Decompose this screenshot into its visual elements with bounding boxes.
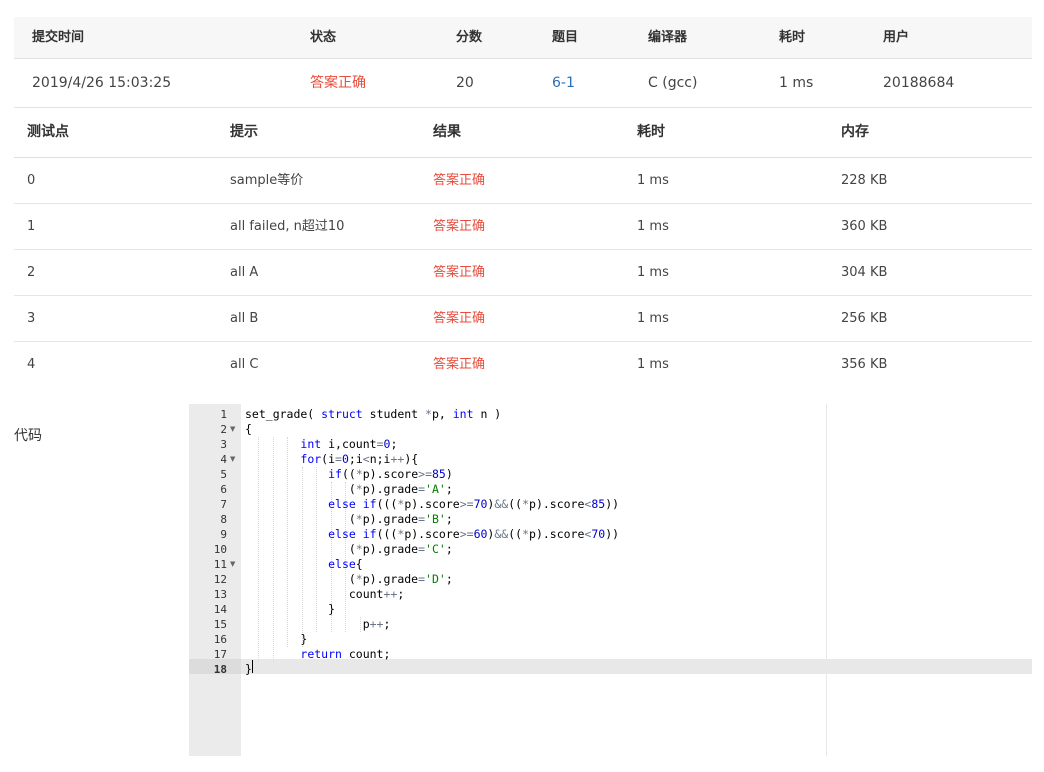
- code-line-10: (*p).grade='C';: [245, 542, 453, 556]
- fold-toggle-icon[interactable]: ▼: [230, 422, 235, 437]
- testcase-time: 1 ms: [637, 311, 669, 326]
- line-number: 6: [220, 483, 227, 496]
- header-submit-time: 提交时间: [32, 30, 85, 45]
- table-row: 0 sample等价 答案正确 1 ms 228 KB: [14, 158, 1032, 204]
- line-number: 13: [213, 588, 227, 601]
- testcase-id: 1: [27, 219, 36, 234]
- elapsed-value: 1 ms: [779, 75, 814, 91]
- status-badge: 答案正确: [310, 75, 366, 91]
- code-line-11: else{: [328, 557, 363, 571]
- code-line-4: for(i=0;i<n;i++){: [300, 452, 419, 466]
- print-margin: [826, 404, 827, 756]
- fold-toggle-icon[interactable]: ▼: [230, 452, 235, 467]
- user-value: 20188684: [883, 75, 955, 91]
- table-row: 1 all failed, n超过10 答案正确 1 ms 360 KB: [14, 204, 1032, 250]
- code-line-16: }: [245, 632, 308, 646]
- code-section-label: 代码: [14, 428, 42, 444]
- line-number: 2: [220, 423, 227, 436]
- testcase-memory: 304 KB: [841, 265, 888, 280]
- code-line-13: count++;: [245, 587, 405, 601]
- submit-time: 2019/4/26 15:03:25: [32, 75, 172, 91]
- score-value: 20: [456, 75, 474, 91]
- code-line-7: else if(((*p).score>=70)&&((*p).score<85…: [328, 497, 620, 511]
- submission-table: 提交时间 状态 分数 题目 编译器 耗时 用户 2019/4/26 15:03:…: [14, 17, 1032, 108]
- testcase-header-row: 测试点 提示 结果 耗时 内存: [14, 107, 1032, 158]
- fold-toggle-icon[interactable]: ▼: [230, 557, 235, 572]
- header-user: 用户: [883, 30, 910, 45]
- line-number: 7: [220, 498, 227, 511]
- line-number: 17: [213, 648, 227, 661]
- testcase-result: 答案正确: [433, 219, 486, 234]
- header-status: 状态: [310, 30, 337, 45]
- line-number: 1: [220, 408, 227, 421]
- header-result: 结果: [433, 124, 461, 140]
- testcase-id: 0: [27, 173, 36, 188]
- testcase-result: 答案正确: [433, 311, 486, 326]
- header-elapsed: 耗时: [779, 30, 806, 45]
- compiler-value: C (gcc): [648, 75, 698, 91]
- testcase-time: 1 ms: [637, 265, 669, 280]
- line-number: 3: [220, 438, 227, 451]
- testcase-hint: all B: [230, 311, 259, 326]
- testcase-memory: 356 KB: [841, 357, 888, 372]
- table-row: 3 all B 答案正确 1 ms 256 KB: [14, 296, 1032, 342]
- testcase-table: 测试点 提示 结果 耗时 内存 0 sample等价 答案正确 1 ms 228…: [14, 107, 1032, 387]
- problem-link[interactable]: 6-1: [552, 59, 575, 107]
- submission-row: 2019/4/26 15:03:25 答案正确 20 6-1 C (gcc) 1…: [14, 59, 1032, 108]
- testcase-memory: 228 KB: [841, 173, 888, 188]
- testcase-id: 2: [27, 265, 36, 280]
- code-line-15: p++;: [245, 617, 391, 631]
- header-hint: 提示: [230, 124, 258, 140]
- testcase-time: 1 ms: [637, 173, 669, 188]
- line-number: 14: [213, 603, 227, 616]
- header-score: 分数: [456, 30, 483, 45]
- testcase-hint: sample等价: [230, 173, 304, 188]
- testcase-memory: 360 KB: [841, 219, 888, 234]
- header-testcase: 测试点: [27, 124, 69, 140]
- testcase-hint: all A: [230, 265, 259, 280]
- line-number: 8: [220, 513, 227, 526]
- code-line-6: (*p).grade='A';: [245, 482, 453, 496]
- table-row: 2 all A 答案正确 1 ms 304 KB: [14, 250, 1032, 296]
- code-line-18: }: [245, 662, 252, 676]
- line-number: 15: [213, 618, 227, 631]
- code-line-17: return count;: [300, 647, 391, 661]
- line-number: 10: [213, 543, 227, 556]
- testcase-hint: all C: [230, 357, 259, 372]
- line-number: 9: [220, 528, 227, 541]
- code-line-9: else if(((*p).score>=60)&&((*p).score<70…: [328, 527, 620, 541]
- testcase-result: 答案正确: [433, 173, 486, 188]
- header-memory: 内存: [841, 124, 869, 140]
- header-compiler: 编译器: [648, 30, 688, 45]
- code-line-3: int i,count=0;: [300, 437, 398, 451]
- code-line-1: set_grade( struct student *p, int n ): [245, 407, 502, 421]
- code-line-14: }: [245, 602, 336, 616]
- line-number: 18: [213, 663, 227, 676]
- code-line-8: (*p).grade='B';: [245, 512, 453, 526]
- code-line-5: if((*p).score>=85): [328, 467, 453, 481]
- code-line-2: {: [245, 422, 252, 436]
- text-cursor: [252, 660, 253, 673]
- code-line-12: (*p).grade='D';: [245, 572, 453, 586]
- table-row: 4 all C 答案正确 1 ms 356 KB: [14, 342, 1032, 387]
- submission-header-row: 提交时间 状态 分数 题目 编译器 耗时 用户: [14, 17, 1032, 59]
- code-editor[interactable]: 1 2 ▼ 3 4 ▼ 5 6 7 8 9 10 11 ▼ 12 13 14 15 16 17 18 set_grade…: [189, 404, 1032, 756]
- testcase-result: 答案正确: [433, 357, 486, 372]
- testcase-result: 答案正确: [433, 265, 486, 280]
- testcase-id: 3: [27, 311, 36, 326]
- line-number: 16: [213, 633, 227, 646]
- line-number: 4: [220, 453, 227, 466]
- testcase-id: 4: [27, 357, 36, 372]
- line-number: 5: [220, 468, 227, 481]
- testcase-time: 1 ms: [637, 357, 669, 372]
- testcase-time: 1 ms: [637, 219, 669, 234]
- testcase-memory: 256 KB: [841, 311, 888, 326]
- testcase-hint: all failed, n超过10: [230, 219, 345, 234]
- header-problem: 题目: [552, 30, 579, 45]
- header-time: 耗时: [637, 124, 665, 140]
- line-number: 12: [213, 573, 227, 586]
- line-number: 11: [213, 558, 227, 571]
